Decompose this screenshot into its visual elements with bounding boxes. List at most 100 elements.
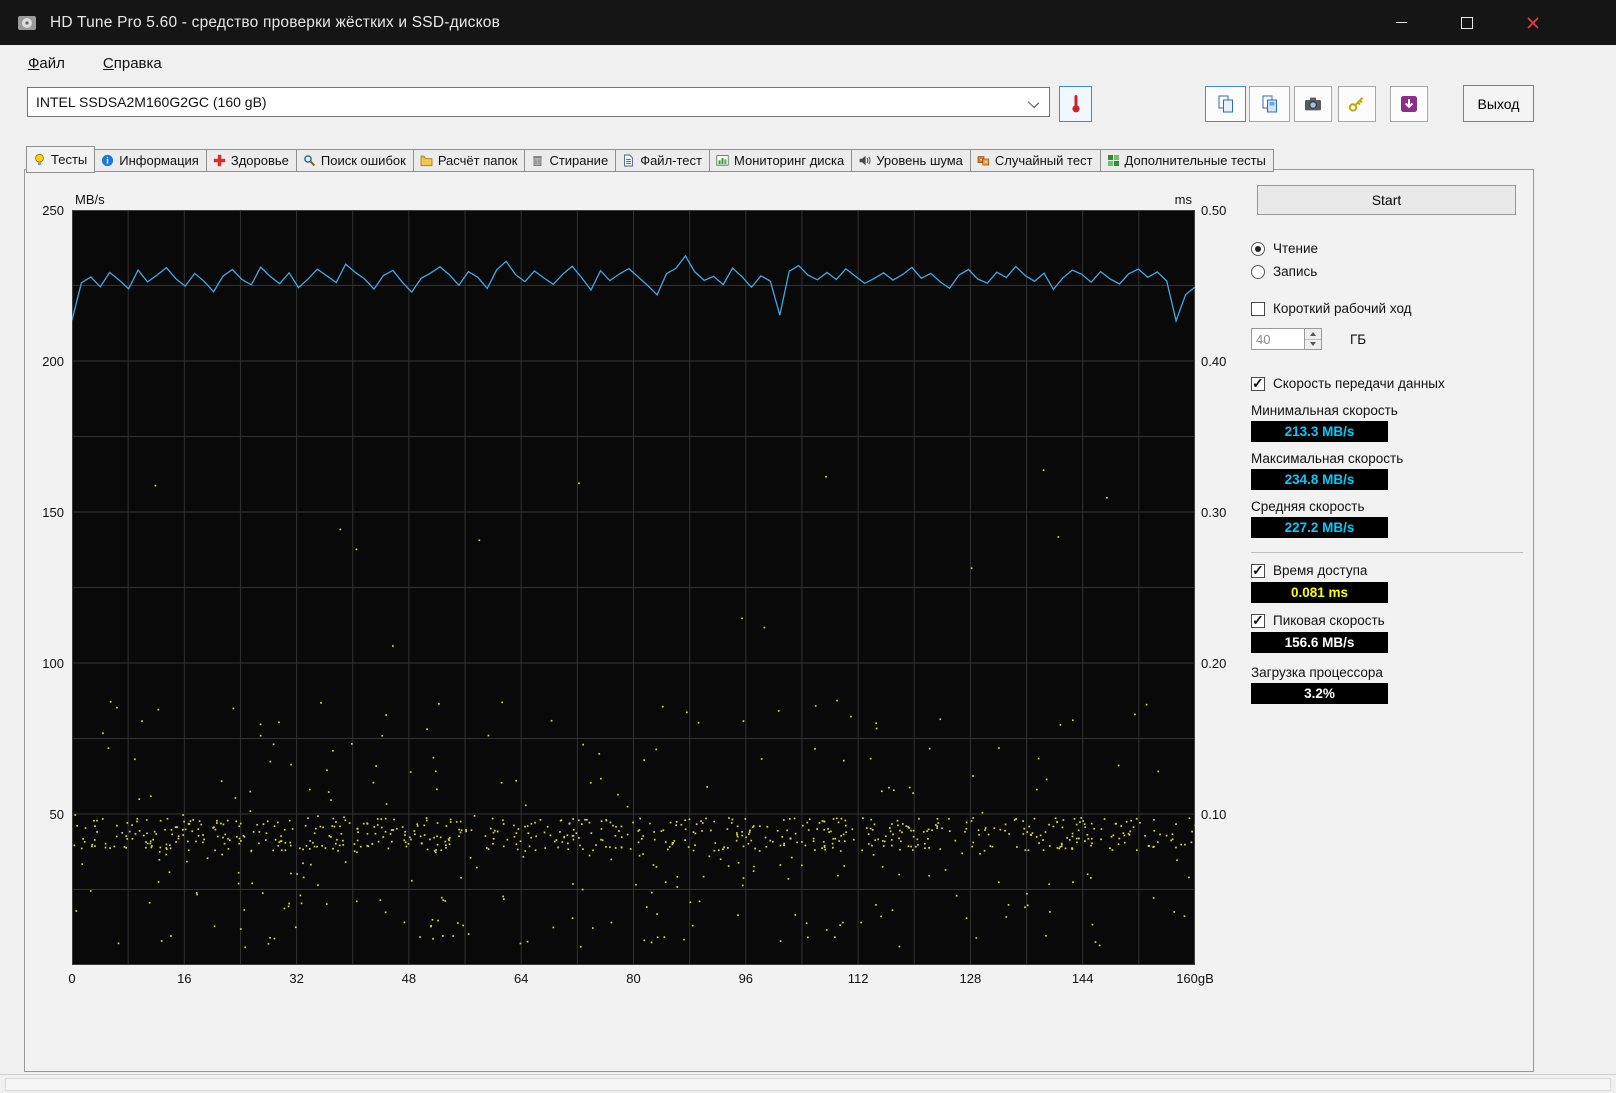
tab-information[interactable]: iИнформация: [95, 149, 207, 172]
transfer-rate-label: Скорость передачи данных: [1273, 376, 1445, 391]
tab-label: Дополнительные тесты: [1125, 153, 1266, 168]
serial-key-button[interactable]: [1338, 86, 1376, 122]
radio-write-label: Запись: [1273, 264, 1317, 279]
tab-label: Случайный тест: [995, 153, 1093, 168]
maximize-button[interactable]: [1444, 0, 1490, 45]
tab-folder-usage[interactable]: Расчёт папок: [414, 149, 526, 172]
menu-help[interactable]: Справка: [103, 55, 162, 72]
capacity-spinner: ГБ: [1251, 328, 1527, 350]
tab-label: Файл-тест: [640, 153, 702, 168]
screenshot-button[interactable]: [1294, 86, 1332, 122]
menu-file[interactable]: Файл: [28, 55, 65, 72]
transfer-rate-checkbox[interactable]: Скорость передачи данных: [1251, 376, 1527, 391]
window-title: HD Tune Pro 5.60 - средство проверки жёс…: [50, 14, 500, 32]
start-button[interactable]: Start: [1257, 185, 1516, 215]
control-panel: Start Чтение Запись Короткий рабочий ход…: [1251, 185, 1527, 704]
short-stroke-checkbox[interactable]: Короткий рабочий ход: [1251, 301, 1527, 316]
max-speed-value: 234.8 MB/s: [1251, 469, 1388, 490]
window-controls: [1378, 0, 1556, 45]
tab-label: Расчёт папок: [438, 153, 518, 168]
extra-icon: [1107, 154, 1120, 167]
access-time-label: Время доступа: [1273, 563, 1367, 578]
tab-label: Стирание: [549, 153, 608, 168]
spin-up-button[interactable]: [1305, 329, 1321, 340]
cpu-usage-value: 3.2%: [1251, 683, 1388, 704]
tabstrip: Тесты iИнформация Здоровье Поиск ошибок Расч…: [26, 146, 1274, 172]
burst-rate-label: Пиковая скорость: [1273, 613, 1385, 628]
save-results-button[interactable]: [1390, 86, 1428, 122]
device-select-value: INTEL SSDSA2M160G2GC (160 gB): [36, 94, 267, 110]
radio-write[interactable]: Запись: [1251, 264, 1527, 279]
download-icon: [1399, 94, 1419, 114]
burst-rate-checkbox[interactable]: Пиковая скорость: [1251, 613, 1527, 628]
titlebar: HD Tune Pro 5.60 - средство проверки жёс…: [0, 0, 1616, 45]
camera-icon: [1303, 94, 1323, 114]
erase-icon: [531, 154, 544, 167]
tab-tests[interactable]: Тесты: [26, 146, 95, 173]
burst-rate-check-icon: [1251, 614, 1265, 628]
tab-error-scan[interactable]: Поиск ошибок: [297, 149, 414, 172]
cpu-usage-label: Загрузка процессора: [1251, 665, 1527, 680]
radio-read[interactable]: Чтение: [1251, 241, 1527, 256]
copy-image-icon: [1260, 94, 1280, 114]
radio-read-icon: [1251, 242, 1265, 256]
tab-health[interactable]: Здоровье: [207, 149, 297, 172]
chevron-down-icon: [1028, 97, 1039, 108]
avg-speed-value: 227.2 MB/s: [1251, 517, 1388, 538]
bulb-icon: [33, 153, 46, 166]
maximize-icon: [1461, 17, 1473, 29]
minimize-icon: [1396, 22, 1407, 23]
min-speed-label: Минимальная скорость: [1251, 403, 1527, 418]
min-speed-value: 213.3 MB/s: [1251, 421, 1388, 442]
noise-icon: [858, 154, 871, 167]
transfer-rate-check-icon: [1251, 377, 1265, 391]
close-button[interactable]: [1510, 0, 1556, 45]
burst-rate-value: 156.6 MB/s: [1251, 632, 1388, 653]
spinner-buttons: [1305, 328, 1322, 350]
avg-speed-label: Средняя скорость: [1251, 499, 1527, 514]
minimize-button[interactable]: [1378, 0, 1424, 45]
access-time-value: 0.081 ms: [1251, 582, 1388, 603]
monitor-icon: [716, 154, 729, 167]
tab-label: Информация: [119, 153, 199, 168]
radio-read-label: Чтение: [1273, 241, 1318, 256]
capacity-input[interactable]: [1251, 328, 1305, 350]
tab-label: Уровень шума: [876, 153, 963, 168]
file-icon: [622, 154, 635, 167]
exit-button[interactable]: Выход: [1463, 85, 1534, 122]
temperature-button[interactable]: [1059, 86, 1092, 122]
tab-noise-level[interactable]: Уровень шума: [852, 149, 971, 172]
short-stroke-check-icon: [1251, 302, 1265, 316]
max-speed-label: Максимальная скорость: [1251, 451, 1527, 466]
device-select[interactable]: INTEL SSDSA2M160G2GC (160 gB): [27, 87, 1050, 117]
health-icon: [213, 154, 226, 167]
copy-image-button[interactable]: [1249, 86, 1290, 122]
key-icon: [1347, 94, 1367, 114]
capacity-unit-label: ГБ: [1350, 332, 1366, 347]
panel-separator: [1251, 552, 1523, 553]
copy-text-icon: [1216, 94, 1236, 114]
tab-label: Поиск ошибок: [321, 153, 406, 168]
status-bar: [0, 1074, 1616, 1093]
tab-file-benchmark[interactable]: Файл-тест: [616, 149, 710, 172]
tab-extra-tests[interactable]: Дополнительные тесты: [1101, 149, 1274, 172]
menubar: Файл Справка: [0, 45, 1616, 81]
thermometer-icon: [1068, 94, 1084, 114]
random-icon: [977, 154, 990, 167]
access-time-check-icon: [1251, 564, 1265, 578]
access-time-checkbox[interactable]: Время доступа: [1251, 563, 1527, 578]
short-stroke-label: Короткий рабочий ход: [1273, 301, 1412, 316]
copy-text-button[interactable]: [1205, 86, 1246, 122]
tab-random-test[interactable]: Случайный тест: [971, 149, 1101, 172]
tab-label: Мониторинг диска: [734, 153, 844, 168]
app-icon: [16, 12, 38, 34]
tab-label: Тесты: [51, 152, 87, 167]
tab-erase[interactable]: Стирание: [525, 149, 616, 172]
tab-label: Здоровье: [231, 153, 289, 168]
radio-write-icon: [1251, 265, 1265, 279]
spin-down-button[interactable]: [1305, 340, 1321, 350]
close-icon: [1527, 17, 1539, 29]
folder-icon: [420, 154, 433, 167]
tab-disk-monitor[interactable]: Мониторинг диска: [710, 149, 852, 172]
search-icon: [303, 154, 316, 167]
